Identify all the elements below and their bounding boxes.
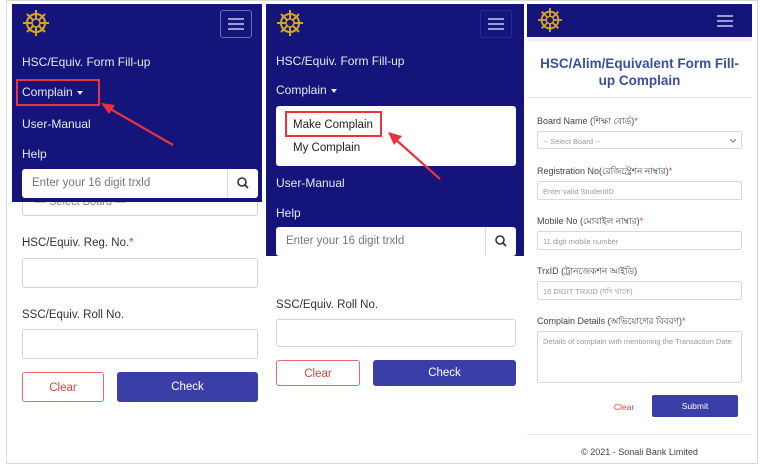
mobile-input[interactable]: 11 digit mobile number (537, 231, 742, 250)
trx-input[interactable]: 16 DIGIT TRXID (যদি থাকে) (537, 281, 742, 300)
nav-title[interactable]: HSC/Equiv. Form Fill-up (22, 55, 150, 69)
details-label: Complain Details (অভিযোগের বিবরণ)* (537, 316, 686, 326)
search-icon (495, 235, 507, 247)
red-arrow-icon (101, 103, 174, 146)
sonali-bank-logo (277, 10, 303, 36)
nav-help[interactable]: Help (22, 147, 47, 161)
roll-label: SSC/Equiv. Roll No. (276, 299, 379, 311)
complain-form-card: HSC/Alim/Equivalent Form Fill-up Complai… (527, 42, 752, 462)
trx-placeholder: 16 DIGIT TRXID (যদি থাকে) (543, 287, 633, 296)
trx-search-box: Enter your 16 digit trxld (276, 227, 516, 256)
panel-complain-dropdown: SSC/Equiv. Roll No. Clear Check HSC/Equi… (266, 4, 524, 462)
nav-help[interactable]: Help (276, 206, 301, 220)
hamburger-menu-button[interactable] (709, 7, 741, 35)
hamburger-menu-button[interactable] (480, 10, 512, 38)
roll-input[interactable] (22, 329, 258, 359)
highlight-complain (16, 79, 100, 106)
clear-button[interactable]: Clear (276, 360, 360, 386)
panel-complain-form: HSC/Alim/Equivalent Form Fill-up Complai… (527, 4, 752, 462)
clear-button[interactable]: Clear (22, 372, 104, 402)
caret-down-icon (330, 88, 337, 93)
form-title: HSC/Alim/Equivalent Form Fill-up Complai… (540, 56, 739, 88)
trx-search-input[interactable]: Enter your 16 digit trxld (286, 235, 404, 247)
panel-mobile-menu-open: — Select Board — HSC/Equiv. Reg. No.* SS… (12, 4, 262, 462)
submit-button[interactable]: Submit (652, 395, 738, 417)
dropdown-item-my-complain[interactable]: My Complain (293, 142, 360, 154)
red-arrow-icon (388, 132, 441, 180)
highlight-make-complain (285, 111, 382, 137)
clear-button[interactable]: Clear (599, 397, 649, 417)
hamburger-menu-button[interactable] (220, 10, 252, 38)
nav-complain[interactable]: Complain (276, 83, 337, 97)
nav-title[interactable]: HSC/Equiv. Form Fill-up (276, 54, 404, 68)
search-icon (237, 177, 249, 189)
reg-input[interactable] (22, 258, 258, 288)
details-textarea[interactable]: Details of complain with mentioning the … (537, 331, 742, 383)
trx-search-box: Enter your 16 digit trxld (22, 169, 258, 198)
roll-input[interactable] (276, 319, 516, 347)
reg-placeholder: Enter valid StudentID (543, 187, 614, 196)
mobile-label: Mobile No (মোবাইল নাম্বার)* (537, 216, 644, 226)
divider (527, 97, 752, 98)
nav-user-manual[interactable]: User-Manual (276, 176, 345, 190)
trx-search-input[interactable]: Enter your 16 digit trxld (32, 177, 150, 189)
board-label: Board Name (শিক্ষা বোর্ড)* (537, 116, 638, 126)
details-placeholder: Details of complain with mentioning the … (543, 337, 732, 346)
footer-copyright: © 2021 - Sonali Bank Limited (581, 447, 698, 457)
divider (527, 434, 752, 435)
trx-label: TrxID (ট্রানজেকশন আইডি) (537, 266, 638, 276)
board-select-value: -- Select Board -- (543, 137, 601, 146)
check-button[interactable]: Check (373, 360, 516, 386)
board-select[interactable]: -- Select Board -- (537, 131, 742, 149)
reg-label: HSC/Equiv. Reg. No.* (22, 237, 134, 249)
nav-user-manual[interactable]: User-Manual (22, 117, 91, 131)
search-button[interactable] (227, 169, 258, 198)
sonali-bank-logo (537, 7, 563, 33)
reg-input[interactable]: Enter valid StudentID (537, 181, 742, 200)
chevron-down-icon (730, 139, 736, 143)
check-button[interactable]: Check (117, 372, 258, 402)
mobile-placeholder: 11 digit mobile number (543, 237, 619, 246)
roll-label: SSC/Equiv. Roll No. (22, 309, 125, 321)
top-nav (527, 4, 752, 37)
reg-label: Registration No(রেজিস্ট্রেশন নাম্বার)* (537, 166, 673, 176)
sonali-bank-logo (23, 10, 49, 36)
search-button[interactable] (485, 227, 516, 256)
